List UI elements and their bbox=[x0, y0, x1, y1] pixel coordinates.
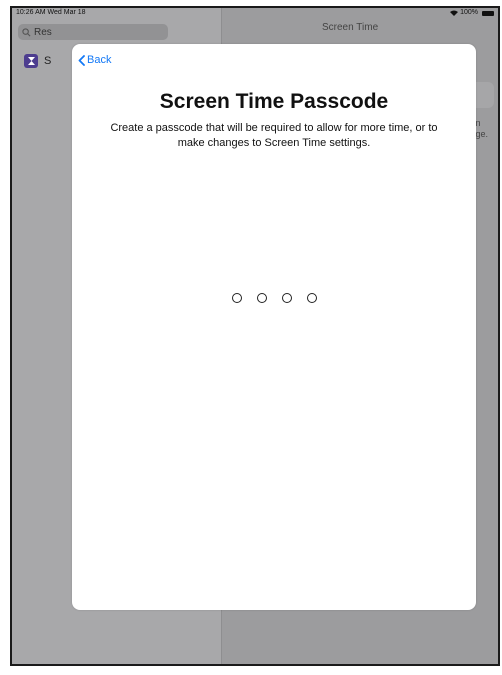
description-line: Create a passcode that will be required … bbox=[110, 122, 438, 134]
passcode-digit bbox=[256, 293, 267, 303]
status-indicators: 100% bbox=[450, 8, 494, 18]
hourglass-icon bbox=[24, 54, 38, 68]
passcode-modal: Back Screen Time Passcode Create a passc… bbox=[72, 44, 476, 610]
wifi-icon bbox=[450, 10, 459, 16]
detail-title: Screen Time bbox=[322, 22, 379, 33]
search-input[interactable]: Res bbox=[18, 24, 168, 40]
back-button[interactable]: Back bbox=[78, 54, 111, 66]
detail-description: n ge. bbox=[475, 118, 488, 140]
description-line: make changes to Screen Time settings. bbox=[177, 137, 371, 149]
search-value: Res bbox=[34, 26, 52, 38]
clock-time: 10:26 AM bbox=[16, 9, 46, 16]
back-label: Back bbox=[87, 54, 112, 66]
search-icon bbox=[22, 27, 31, 36]
chevron-left-icon bbox=[78, 54, 85, 66]
page-title: Screen Time Passcode bbox=[159, 90, 389, 113]
clock-date: Wed Mar 18 bbox=[47, 9, 86, 16]
status-bar: 10:26 AM Wed Mar 18 100% bbox=[12, 8, 498, 18]
passcode-description: Create a passcode that will be required … bbox=[86, 121, 462, 151]
passcode-field[interactable] bbox=[72, 293, 476, 303]
battery-percent: 100% bbox=[460, 9, 478, 16]
passcode-digit bbox=[281, 293, 292, 303]
detail-text-line: n bbox=[475, 118, 481, 128]
detail-text-line: ge. bbox=[475, 129, 488, 139]
status-time: 10:26 AM Wed Mar 18 bbox=[16, 8, 86, 18]
sidebar-item-label: S bbox=[44, 55, 52, 67]
battery-icon bbox=[482, 10, 494, 16]
ipad-screen: Res S Screen Time n ge. 10:26 AM Wed Mar… bbox=[10, 6, 500, 666]
passcode-digit bbox=[231, 293, 242, 303]
passcode-digit bbox=[306, 293, 317, 303]
sidebar-item-screen-time[interactable]: S bbox=[24, 54, 51, 68]
